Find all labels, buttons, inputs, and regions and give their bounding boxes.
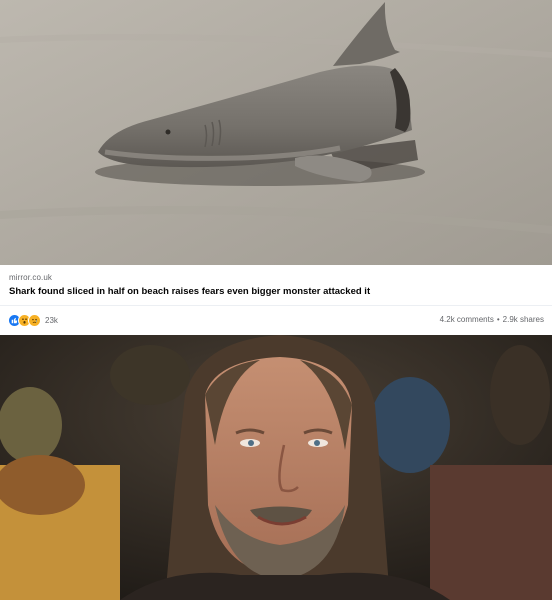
comments-count[interactable]: 4.2k comments	[440, 315, 494, 324]
link-preview-card[interactable]: mirror.co.uk Shark found sliced in half …	[0, 265, 552, 336]
shark-photo	[0, 0, 552, 265]
shares-count[interactable]: 2.9k shares	[503, 315, 544, 324]
reaction-count[interactable]: 23k	[45, 316, 58, 325]
reaction-illustration	[0, 335, 552, 600]
engagement-stats: 4.2k comments • 2.9k shares	[440, 315, 544, 324]
link-headline[interactable]: Shark found sliced in half on beach rais…	[9, 286, 370, 297]
background-figure-left	[0, 387, 62, 463]
card-divider	[0, 305, 552, 306]
bearded-man-smiling-photo	[0, 335, 552, 600]
background-helmet-right	[370, 377, 450, 473]
stats-separator: •	[496, 315, 500, 324]
sad-reaction-icon	[28, 313, 41, 327]
reactions-summary[interactable]: 23k	[8, 313, 58, 327]
shark-illustration	[0, 0, 552, 265]
link-source[interactable]: mirror.co.uk	[9, 273, 52, 282]
